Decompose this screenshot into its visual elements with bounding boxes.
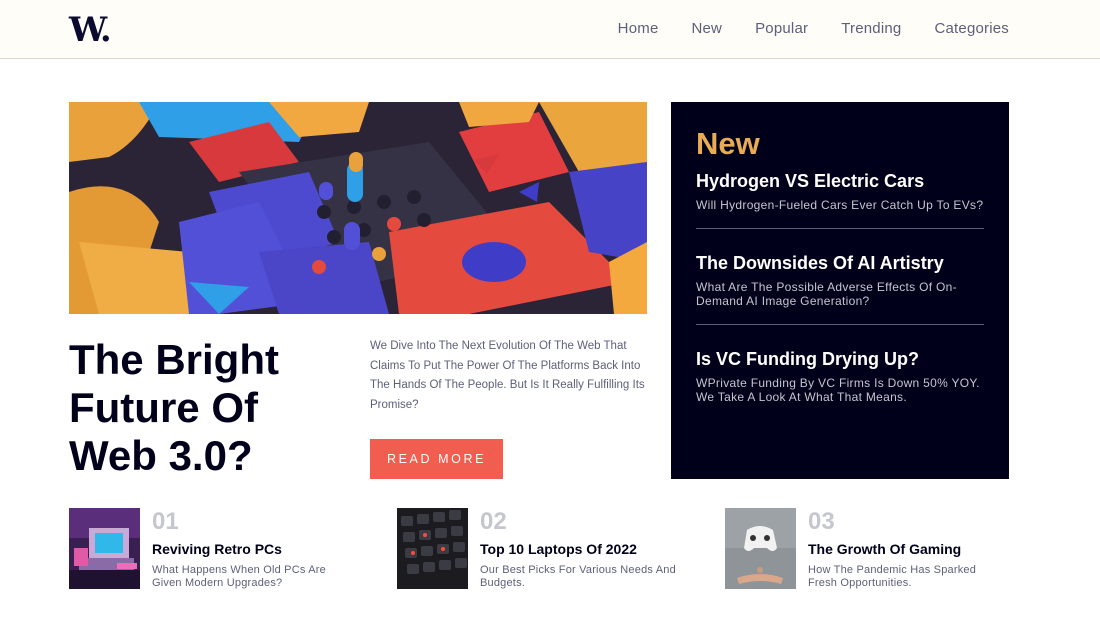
card-title[interactable]: The Growth Of Gaming: [808, 541, 961, 557]
card-title[interactable]: Reviving Retro PCs: [152, 541, 282, 557]
new-articles-panel: New Hydrogen VS Electric Cars Will Hydro…: [671, 102, 1009, 479]
nav-link-categories[interactable]: Categories: [934, 19, 1009, 39]
divider: [696, 323, 984, 325]
laptops-thumbnail[interactable]: [397, 508, 468, 589]
article-card[interactable]: 03 The Growth Of Gaming How The Pandemic…: [725, 508, 1025, 590]
card-description: How The Pandemic Has Sparked Fresh Oppor…: [808, 564, 977, 589]
divider: [696, 227, 984, 229]
site-header: W. Home New Popular Trending Categories: [0, 0, 1100, 59]
main-content: The Bright Future Of Web 3.0? We Dive In…: [0, 60, 1100, 619]
new-article-title[interactable]: Is VC Funding Drying Up?: [696, 348, 984, 370]
laptop-keyboard-image: [397, 508, 468, 589]
retro-pc-image: [69, 508, 140, 589]
nav-link-trending[interactable]: Trending: [841, 19, 901, 39]
article-card[interactable]: 02 Top 10 Laptops Of 2022 Our Best Picks…: [397, 508, 697, 590]
site-logo[interactable]: W.: [69, 10, 112, 50]
new-article-item[interactable]: The Downsides Of AI Artistry What Are Th…: [696, 252, 984, 324]
web3-blocks-illustration: [69, 102, 647, 314]
new-article-title[interactable]: The Downsides Of AI Artistry: [696, 252, 984, 274]
new-article-title[interactable]: Hydrogen VS Electric Cars: [696, 170, 984, 192]
game-controller-image: [725, 508, 796, 589]
gaming-thumbnail[interactable]: [725, 508, 796, 589]
nav-link-home[interactable]: Home: [618, 19, 659, 39]
read-more-button[interactable]: READ MORE: [370, 439, 503, 479]
new-article-description: WPrivate Funding By VC Firms Is Down 50%…: [696, 375, 980, 405]
card-number: 01: [152, 508, 179, 535]
card-title[interactable]: Top 10 Laptops Of 2022: [480, 541, 637, 557]
new-article-item[interactable]: Hydrogen VS Electric Cars Will Hydrogen-…: [696, 170, 984, 228]
card-description: What Happens When Old PCs Are Given Mode…: [152, 564, 326, 589]
article-card[interactable]: 01 Reviving Retro PCs What Happens When …: [69, 508, 369, 590]
new-article-item[interactable]: Is VC Funding Drying Up? WPrivate Fundin…: [696, 348, 984, 420]
hero-image: [69, 102, 647, 314]
hero-title: The Bright Future Of Web 3.0?: [69, 336, 279, 479]
new-article-description: What Are The Possible Adverse Effects Of…: [696, 279, 957, 309]
new-panel-heading: New: [696, 126, 760, 161]
card-number: 03: [808, 508, 835, 535]
main-nav: Home New Popular Trending Categories: [618, 19, 1009, 39]
hero-description: We Dive Into The Next Evolution Of The W…: [370, 340, 645, 411]
retro-pcs-thumbnail[interactable]: [69, 508, 140, 589]
featured-cards: 01 Reviving Retro PCs What Happens When …: [69, 508, 1009, 590]
nav-link-new[interactable]: New: [691, 19, 722, 39]
nav-link-popular[interactable]: Popular: [755, 19, 808, 39]
card-description: Our Best Picks For Various Needs And Bud…: [480, 564, 676, 589]
new-article-description: Will Hydrogen-Fueled Cars Ever Catch Up …: [696, 198, 984, 212]
card-number: 02: [480, 508, 507, 535]
